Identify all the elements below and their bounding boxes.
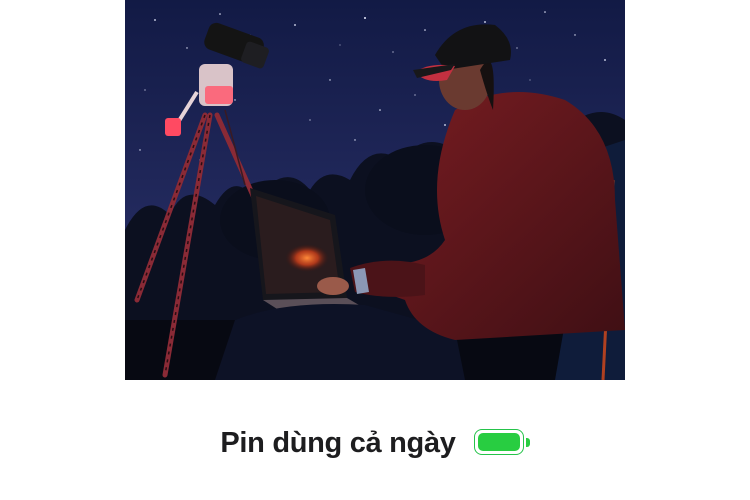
battery-fill xyxy=(477,433,520,451)
caption: Pin dùng cả ngày xyxy=(0,418,750,468)
page: Pin dùng cả ngày xyxy=(0,0,750,500)
hero-photo xyxy=(125,0,625,380)
caption-text: Pin dùng cả ngày xyxy=(220,426,456,459)
battery-full-icon xyxy=(473,429,530,457)
battery-cap xyxy=(525,438,530,447)
battery-body xyxy=(473,429,524,455)
hero-photo-illustration xyxy=(125,0,625,380)
galaxy-on-screen xyxy=(285,244,329,272)
